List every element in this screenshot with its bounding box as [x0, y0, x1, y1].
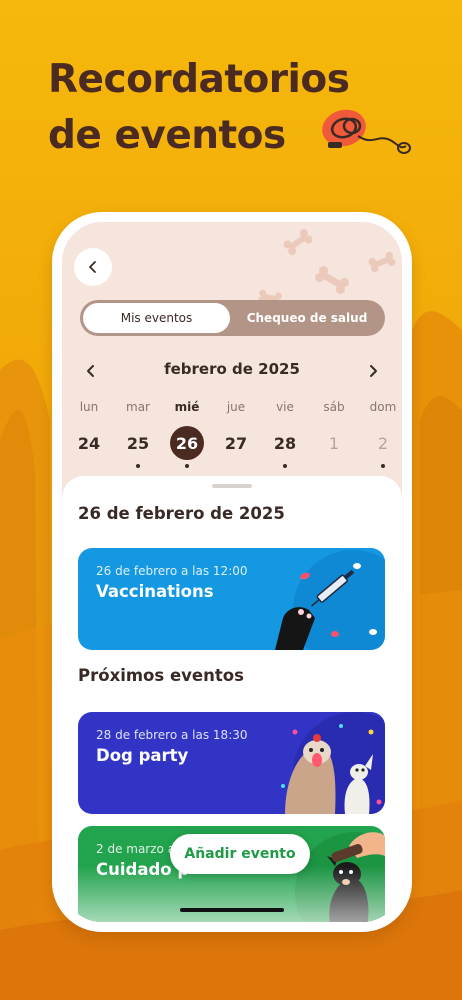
party-dogs-illustration — [281, 712, 385, 814]
event-indicator-dot — [283, 464, 287, 468]
day-24[interactable]: lun 24 — [67, 400, 111, 460]
event-card-vaccinations[interactable]: 26 de febrero a las 12:00 Vaccinations — [78, 548, 385, 650]
day-number: 1 — [328, 433, 340, 453]
day-name: mié — [174, 400, 200, 414]
leash-icon — [322, 109, 411, 154]
day-name: vie — [276, 400, 294, 414]
scroll-fade — [78, 866, 385, 922]
event-indicator-dot — [185, 464, 189, 468]
day-number: 2 — [377, 433, 389, 453]
selected-date-title: 26 de febrero de 2025 — [78, 504, 285, 523]
syringe-paw-illustration — [275, 550, 385, 650]
upcoming-events-title: Próximos eventos — [78, 666, 244, 685]
day-number: 28 — [273, 433, 297, 453]
day-2[interactable]: dom 2 — [361, 400, 402, 468]
day-name: sáb — [323, 400, 345, 414]
day-name: mar — [126, 400, 150, 414]
chevron-right-icon[interactable] — [364, 362, 382, 380]
day-name: jue — [226, 400, 246, 414]
home-indicator — [180, 908, 284, 912]
event-title: Vaccinations — [96, 582, 214, 601]
day-number: 24 — [77, 433, 101, 453]
day-25[interactable]: mar 25 — [116, 400, 160, 468]
day-number: 25 — [126, 433, 150, 453]
event-indicator-dot — [381, 464, 385, 468]
event-time: 2 de marzo a — [96, 842, 176, 856]
back-button[interactable] — [74, 248, 112, 286]
event-title: Dog party — [96, 746, 189, 765]
event-time: 28 de febrero a las 18:30 — [96, 728, 248, 742]
app-screen: Mis eventos Chequeo de salud febrero de … — [62, 222, 402, 922]
event-card-dog-party[interactable]: 28 de febrero a las 18:30 Dog party — [78, 712, 385, 814]
add-event-button[interactable]: Añadir evento — [170, 834, 310, 874]
chevron-left-icon — [89, 261, 96, 273]
headline-line-1: Recordatorios — [48, 57, 350, 102]
day-number: 26 — [170, 426, 204, 460]
day-name: lun — [79, 400, 99, 414]
day-number: 27 — [224, 433, 248, 453]
month-navigator: febrero de 2025 — [78, 358, 386, 384]
event-indicator-dot — [136, 464, 140, 468]
tab-chequeo-de-salud[interactable]: Chequeo de salud — [232, 303, 382, 333]
day-27[interactable]: jue 27 — [214, 400, 258, 460]
tab-mis-eventos[interactable]: Mis eventos — [83, 303, 230, 333]
sheet-handle[interactable] — [212, 484, 252, 488]
day-28[interactable]: vie 28 — [263, 400, 307, 468]
day-26[interactable]: mié 26 — [165, 400, 209, 468]
week-strip: lun 24 mar 25 mié 26 jue 27 vie 28 sáb 1 dom 2 — [62, 400, 402, 468]
day-name: dom — [369, 400, 397, 414]
event-time: 26 de febrero a las 12:00 — [96, 564, 248, 578]
segmented-control: Mis eventos Chequeo de salud — [80, 300, 385, 336]
day-1[interactable]: sáb 1 — [312, 400, 356, 460]
month-label: febrero de 2025 — [164, 360, 300, 378]
phone-frame: Mis eventos Chequeo de salud febrero de … — [52, 212, 412, 932]
